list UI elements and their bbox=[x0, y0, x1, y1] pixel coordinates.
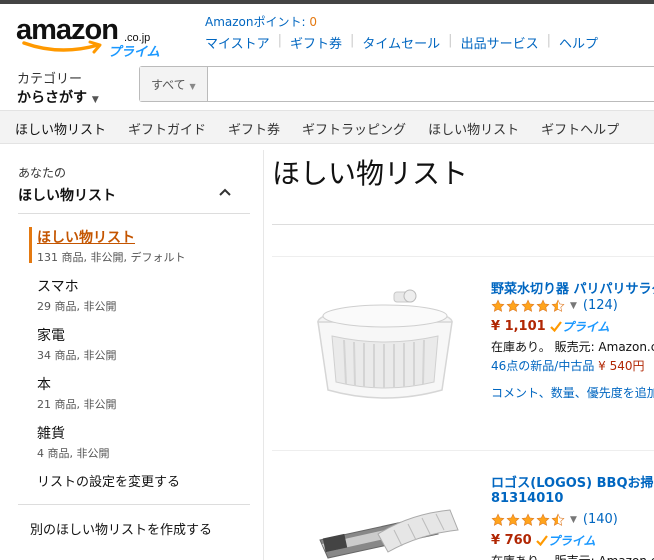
nav-gift-card[interactable]: ギフト券 bbox=[290, 33, 342, 52]
sidebar-list-wishlist[interactable]: ほしい物リスト 131 商品, 非公開, デフォルト bbox=[37, 227, 237, 265]
nav-help[interactable]: ヘルプ bbox=[559, 33, 598, 52]
item-price: ¥ 1,101 bbox=[491, 319, 546, 334]
subnav-wishlist-2[interactable]: ほしい物リスト bbox=[428, 119, 519, 143]
star-full-icon bbox=[536, 298, 550, 312]
search-bar[interactable]: すべて ▼ bbox=[139, 66, 654, 102]
item-availability: 在庫あり。 販売元: Amazon.co bbox=[491, 552, 654, 560]
salad-spinner-image[interactable] bbox=[310, 282, 460, 410]
chevron-up-icon[interactable] bbox=[219, 188, 231, 196]
header-nav: マイストア | ギフト券 | タイムセール | 出品サービス | ヘルプ bbox=[205, 33, 598, 52]
top-border bbox=[0, 0, 654, 4]
star-full-icon bbox=[536, 512, 550, 526]
item-price-row: ¥ 1,101 プライム bbox=[491, 318, 609, 335]
search-category-dropdown[interactable]: すべて ▼ bbox=[140, 67, 208, 101]
sidebar-list-goods[interactable]: 雑貨 4 商品, 非公開 bbox=[37, 423, 237, 461]
list-meta: 4 商品, 非公開 bbox=[37, 447, 110, 460]
star-half-icon bbox=[551, 298, 565, 312]
sidebar-list-smartphone[interactable]: スマホ 29 商品, 非公開 bbox=[37, 276, 237, 314]
nav-my-store[interactable]: マイストア bbox=[205, 33, 270, 52]
prime-check-icon bbox=[535, 535, 548, 546]
nav-time-sale[interactable]: タイムセール bbox=[362, 33, 440, 52]
item-title[interactable]: ロゴス(LOGOS) BBQお掃除 bbox=[491, 472, 654, 491]
subnav-wishlist[interactable]: ほしい物リスト bbox=[15, 119, 106, 143]
subnav-gift-card[interactable]: ギフト券 bbox=[228, 119, 280, 143]
prime-badge: プライム bbox=[549, 318, 609, 335]
item-rating[interactable]: ▼ (140) bbox=[491, 512, 618, 527]
star-full-icon bbox=[491, 512, 505, 526]
list-settings-link[interactable]: リストの設定を変更する bbox=[37, 471, 180, 490]
title-divider bbox=[272, 224, 654, 225]
add-comment-link[interactable]: コメント、数量、優先度を追加 bbox=[491, 384, 654, 401]
points-label: Amazonポイント: bbox=[205, 15, 310, 29]
list-name: 家電 bbox=[37, 328, 65, 344]
sidebar-list-appliances[interactable]: 家電 34 商品, 非公開 bbox=[37, 325, 237, 363]
subnav-gift-wrapping[interactable]: ギフトラッピング bbox=[302, 119, 406, 143]
sidebar-title: ほしい物リスト bbox=[18, 188, 116, 204]
item-rating[interactable]: ▼ (124) bbox=[491, 298, 618, 313]
sidebar-list-books[interactable]: 本 21 商品, 非公開 bbox=[37, 374, 237, 412]
points-display[interactable]: Amazonポイント: 0 bbox=[205, 13, 317, 30]
bbq-foil-image[interactable] bbox=[310, 500, 460, 560]
nav-seller-services[interactable]: 出品サービス bbox=[461, 33, 539, 52]
offers-link[interactable]: 46点の新品/中古品 bbox=[491, 359, 594, 373]
prime-badge: プライム bbox=[535, 532, 595, 549]
sub-nav: ほしい物リスト ギフトガイド ギフト券 ギフトラッピング ほしい物リスト ギフト… bbox=[0, 110, 654, 144]
category-label-main: からさがす ▼ bbox=[17, 90, 99, 106]
sidebar-divider bbox=[18, 213, 250, 214]
item-title-line2[interactable]: 81314010 bbox=[491, 491, 563, 506]
chevron-down-icon: ▼ bbox=[91, 95, 99, 105]
nav-separator: | bbox=[546, 33, 551, 48]
column-divider bbox=[263, 150, 264, 560]
list-meta: 29 商品, 非公開 bbox=[37, 300, 117, 313]
smile-arrow-icon bbox=[22, 40, 102, 54]
subnav-gift-help[interactable]: ギフトヘルプ bbox=[541, 119, 619, 143]
offers-price: ¥ 540円 bbox=[598, 359, 645, 373]
points-value: 0 bbox=[309, 15, 317, 29]
category-menu[interactable]: カテゴリー からさがす ▼ bbox=[17, 68, 99, 107]
item-divider bbox=[272, 450, 654, 451]
chevron-down-icon: ▼ bbox=[570, 300, 577, 311]
list-meta: 131 商品, 非公開, デフォルト bbox=[37, 251, 186, 264]
list-name: スマホ bbox=[37, 279, 79, 295]
list-meta: 21 商品, 非公開 bbox=[37, 398, 117, 411]
chevron-down-icon: ▼ bbox=[570, 514, 577, 525]
star-full-icon bbox=[521, 512, 535, 526]
review-count[interactable]: (124) bbox=[583, 298, 618, 313]
list-meta: 34 商品, 非公開 bbox=[37, 349, 117, 362]
star-half-icon bbox=[551, 512, 565, 526]
subnav-gift-guide[interactable]: ギフトガイド bbox=[128, 119, 206, 143]
logo-prime: プライム bbox=[108, 45, 160, 60]
star-full-icon bbox=[491, 298, 505, 312]
list-name: 本 bbox=[37, 377, 51, 393]
list-name: ほしい物リスト bbox=[37, 230, 135, 246]
nav-separator: | bbox=[448, 33, 453, 48]
sidebar-title-small: あなたの bbox=[18, 166, 67, 180]
nav-separator: | bbox=[277, 33, 283, 48]
sidebar-divider bbox=[18, 504, 250, 505]
list-name: 雑貨 bbox=[37, 426, 65, 442]
prime-check-icon bbox=[549, 321, 562, 332]
active-list-indicator bbox=[29, 227, 32, 263]
review-count[interactable]: (140) bbox=[583, 512, 618, 527]
item-title[interactable]: 野菜水切り器 パリパリサラダ bbox=[491, 278, 654, 297]
item-offers[interactable]: 46点の新品/中古品 ¥ 540円 bbox=[491, 357, 645, 374]
page-title: ほしい物リスト bbox=[272, 157, 469, 190]
nav-separator: | bbox=[350, 33, 355, 48]
create-list-link[interactable]: 別のほしい物リストを作成する bbox=[30, 519, 212, 538]
item-divider bbox=[272, 256, 654, 257]
item-availability: 在庫あり。 販売元: Amazon.co bbox=[491, 340, 654, 354]
star-full-icon bbox=[506, 298, 520, 312]
chevron-down-icon: ▼ bbox=[189, 82, 196, 91]
star-full-icon bbox=[521, 298, 535, 312]
category-label: カテゴリー bbox=[17, 72, 83, 87]
item-price-row: ¥ 760 プライム bbox=[491, 532, 595, 549]
item-price: ¥ 760 bbox=[491, 533, 532, 548]
amazon-logo[interactable]: amazon .co.jp プライム bbox=[16, 14, 176, 64]
sidebar-header: あなたの ほしい物リスト bbox=[18, 164, 116, 205]
star-full-icon bbox=[506, 512, 520, 526]
